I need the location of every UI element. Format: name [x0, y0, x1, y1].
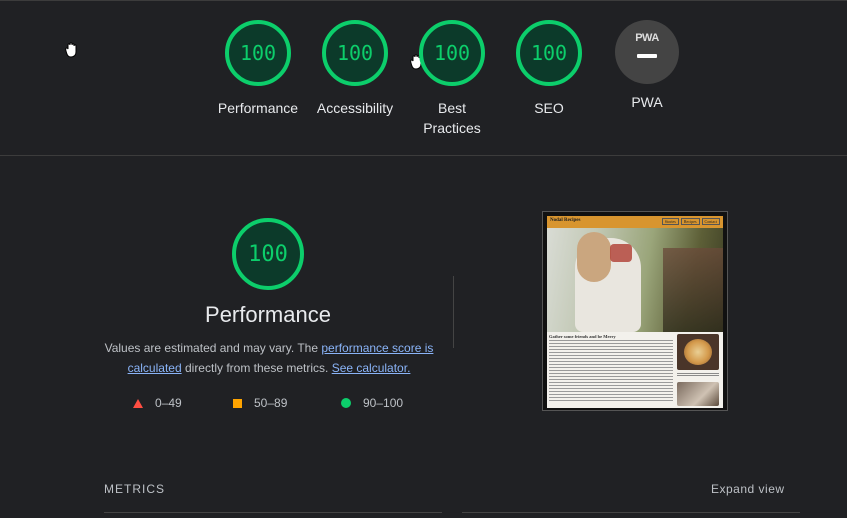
thumb-body: Gather some friends and be Merry	[547, 332, 723, 408]
thumb-heading: Gather some friends and be Merry	[549, 334, 616, 339]
legend-range: 50–89	[254, 396, 288, 410]
section-divider	[0, 155, 847, 156]
thumb-nav-item: Contact	[701, 218, 720, 225]
metrics-divider	[104, 512, 442, 513]
top-border	[0, 0, 847, 1]
gauge-performance[interactable]: 100 Performance	[208, 20, 308, 118]
gauge-seo[interactable]: 100 SEO	[499, 20, 599, 118]
thumb-header: Nodal Recipes Stories Recipes Contact	[547, 216, 723, 228]
legend-fail: 0–49	[133, 396, 182, 410]
score-ring: 100	[225, 20, 291, 86]
gauge-label: Best Practices	[423, 100, 481, 136]
gauge-label: PWA	[631, 94, 663, 110]
hero-background	[663, 248, 723, 332]
see-calculator-link[interactable]: See calculator.	[332, 361, 411, 375]
pwa-badge-icon: PWA	[615, 20, 679, 84]
thumb-brand: Nodal Recipes	[550, 218, 581, 223]
gauge-label: Accessibility	[316, 100, 394, 116]
metrics-divider	[462, 512, 800, 513]
desc-prefix: Values are estimated and may vary. The	[104, 341, 322, 355]
desc-middle: directly from these metrics.	[181, 361, 332, 375]
score-ring: 100	[516, 20, 582, 86]
gauge-accessibility[interactable]: 100 Accessibility	[305, 20, 405, 118]
category-gauges: 100 Performance 100 Accessibility 100 Be…	[0, 20, 847, 156]
thumb-food-image	[677, 334, 719, 370]
legend-range: 90–100	[363, 396, 404, 410]
thumb-nav: Stories Recipes Contact	[661, 218, 720, 225]
circle-icon	[341, 398, 351, 408]
triangle-icon	[133, 398, 143, 408]
hero-hair	[577, 232, 611, 282]
gauge-best-practices[interactable]: 100 Best Practices	[402, 20, 502, 138]
gauge-pwa[interactable]: PWA PWA	[597, 20, 697, 112]
thumb-food-caption	[677, 373, 719, 378]
thumb-nav-item: Recipes	[680, 218, 700, 225]
thumb-food-image	[677, 382, 719, 406]
performance-score-ring: 100	[232, 218, 304, 290]
legend-range: 0–49	[155, 396, 182, 410]
score-ring: 100	[322, 20, 388, 86]
expand-view-button[interactable]: Expand view	[711, 482, 785, 496]
final-screenshot-thumbnail[interactable]: Nodal Recipes Stories Recipes Contact Ga…	[542, 211, 728, 411]
thumb-text-lines	[549, 340, 673, 403]
performance-description: Values are estimated and may vary. The p…	[104, 338, 434, 378]
pwa-badge-text: PWA	[635, 32, 659, 44]
hero-wine-glass	[610, 244, 632, 262]
thumb-nav-item: Stories	[661, 218, 679, 225]
performance-title: Performance	[205, 302, 331, 327]
vertical-separator	[453, 276, 454, 348]
metrics-heading: METRICS	[104, 482, 165, 496]
score-ring: 100	[419, 20, 485, 86]
legend-average: 50–89	[233, 396, 287, 410]
gauge-label: Performance	[217, 100, 299, 116]
legend-pass: 90–100	[341, 396, 403, 410]
thumb-hero-image	[547, 228, 723, 332]
gauge-label: SEO	[534, 100, 564, 116]
square-icon	[233, 398, 242, 408]
dash-icon	[637, 54, 657, 58]
